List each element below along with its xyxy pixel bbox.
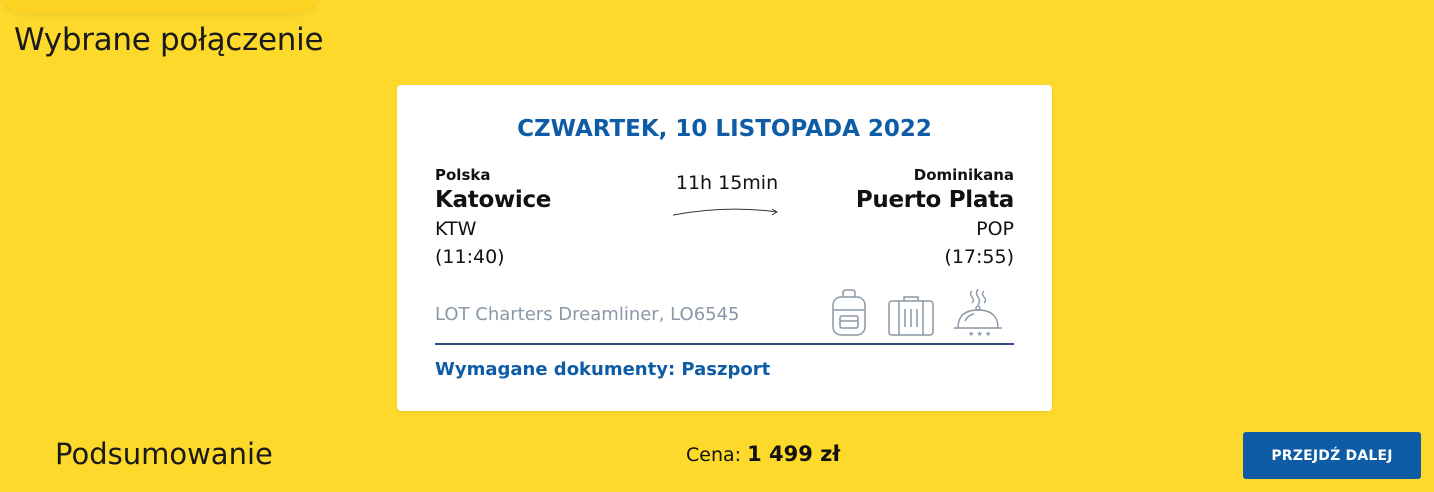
destination-code: POP bbox=[976, 218, 1014, 240]
next-button[interactable]: PRZEJDŹ DALEJ bbox=[1243, 432, 1421, 479]
airline-info: LOT Charters Dreamliner, LO6545 bbox=[435, 304, 740, 325]
summary-title: Podsumowanie bbox=[55, 437, 273, 471]
flight-duration: 11h 15min bbox=[675, 172, 779, 194]
price: Cena: 1 499 zł bbox=[686, 442, 840, 466]
backpack-icon bbox=[831, 289, 867, 337]
departure-time: (11:40) bbox=[435, 246, 505, 268]
price-value: 1 499 zł bbox=[747, 442, 841, 466]
route-arrow-icon bbox=[672, 208, 778, 216]
origin-code: KTW bbox=[435, 218, 477, 240]
flight-card: CZWARTEK, 10 LISTOPADA 2022 Polska Katow… bbox=[397, 85, 1052, 411]
origin-city: Katowice bbox=[435, 187, 552, 213]
svg-text:★ ★ ★: ★ ★ ★ bbox=[968, 330, 991, 338]
destination: Dominikana Puerto Plata POP (17:55) bbox=[856, 165, 1014, 271]
top-decoration bbox=[0, 0, 320, 12]
price-label: Cena: bbox=[686, 444, 742, 466]
required-documents: Wymagane dokumenty: Paszport bbox=[435, 359, 771, 380]
arrival-time: (17:55) bbox=[944, 246, 1014, 268]
flight-date: CZWARTEK, 10 LISTOPADA 2022 bbox=[517, 116, 932, 142]
suitcase-icon bbox=[887, 295, 935, 337]
page-title: Wybrane połączenie bbox=[14, 22, 324, 58]
destination-city: Puerto Plata bbox=[855, 187, 1014, 213]
origin: Polska Katowice KTW (11:40) bbox=[435, 165, 551, 271]
destination-country: Dominikana bbox=[913, 166, 1014, 184]
meal-icon: ★ ★ ★ bbox=[952, 288, 1004, 338]
divider bbox=[435, 343, 1014, 345]
origin-country: Polska bbox=[435, 166, 491, 184]
